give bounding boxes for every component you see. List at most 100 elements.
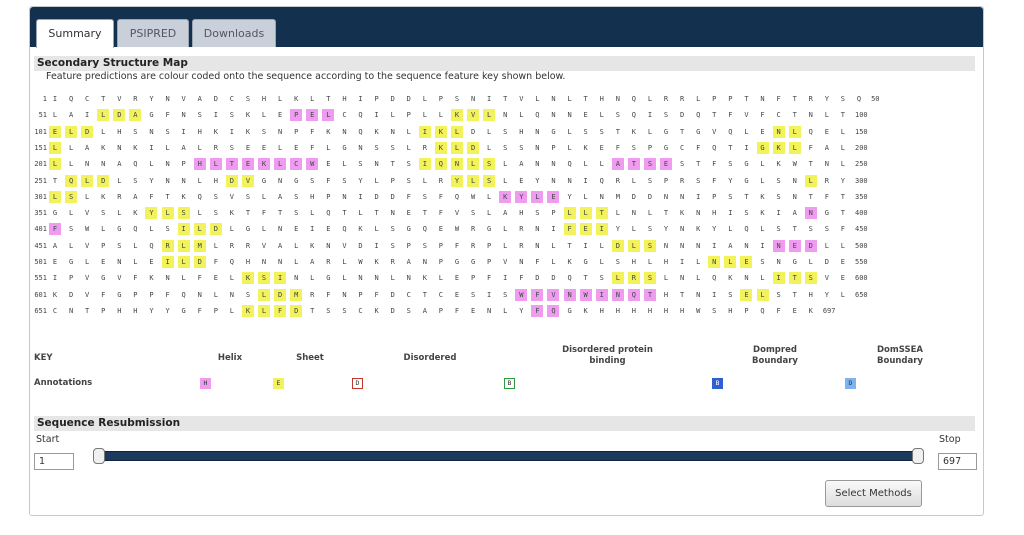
tab-summary[interactable]: Summary (36, 19, 114, 48)
tab-downloads[interactable]: Downloads (192, 19, 276, 47)
residue: L (342, 160, 347, 169)
residue: R (627, 272, 640, 285)
residue: K (808, 306, 813, 315)
residue: P (358, 290, 363, 299)
residue: G (756, 141, 769, 154)
residue: N (744, 241, 749, 250)
residue: Y (728, 176, 733, 185)
residue: V (454, 209, 460, 218)
residue: A (278, 192, 283, 201)
residue: K (422, 274, 427, 283)
residue: R (470, 241, 476, 250)
residue: T (310, 306, 315, 315)
residue: F (454, 306, 460, 315)
residue: Y (149, 306, 154, 315)
residue: P (181, 160, 186, 169)
residue: F (438, 192, 444, 201)
residue: K (310, 241, 315, 250)
residue: A (133, 192, 138, 201)
residue: F (712, 176, 717, 185)
residue: D (274, 288, 287, 301)
residue: S (229, 111, 234, 120)
residue: Q (567, 274, 572, 283)
residue: L (310, 274, 315, 283)
residue: S (503, 290, 508, 299)
residue: N (278, 258, 283, 266)
residue: I (374, 241, 379, 250)
residue: L (274, 158, 287, 171)
residue: E (294, 225, 299, 234)
residue: L (49, 141, 61, 154)
residue: P (470, 274, 476, 283)
row-end-number: 300 (855, 176, 868, 185)
residue: T (342, 209, 347, 218)
residue: F (326, 176, 331, 185)
residue: F (487, 274, 492, 283)
residue: Q (342, 225, 347, 234)
residue: L (101, 127, 106, 136)
residue: D (97, 174, 110, 187)
residue: L (808, 258, 813, 266)
stop-label: Stop (939, 434, 961, 445)
range-slider-track[interactable] (96, 451, 921, 461)
residue: E (454, 290, 460, 299)
select-methods-button[interactable]: Select Methods (825, 480, 922, 507)
residue: N (165, 274, 170, 283)
residue: L (193, 223, 206, 236)
residue: F (49, 223, 61, 236)
residue: N (808, 111, 813, 120)
residue: P (406, 241, 411, 250)
residue: P (551, 209, 556, 218)
residue: R (133, 95, 138, 103)
residue: F (696, 143, 701, 152)
residue: A (406, 258, 411, 266)
residue: S (840, 95, 846, 103)
residue: T (422, 290, 427, 299)
residue: L (390, 111, 395, 120)
row-end-number: 400 (855, 209, 868, 218)
residue: D (824, 258, 829, 266)
residue: D (804, 239, 817, 252)
residue: F (808, 143, 813, 152)
residue: L (503, 176, 508, 185)
residue: I (487, 95, 492, 103)
range-slider-start-handle[interactable] (93, 448, 105, 464)
residue: L (696, 274, 701, 283)
residue: N (631, 209, 636, 218)
residue: S (165, 127, 170, 136)
residue: S (358, 160, 363, 169)
residue: N (117, 258, 122, 266)
residue: F (213, 258, 218, 266)
residue: T (792, 290, 797, 299)
residue: Y (515, 190, 528, 203)
residue: L (647, 95, 653, 103)
residue: E (454, 274, 460, 283)
range-slider-end-handle[interactable] (912, 448, 924, 464)
residue: S (615, 111, 620, 120)
residue: R (161, 239, 174, 252)
residue: N (374, 160, 379, 169)
residue: L (261, 111, 267, 120)
residue: T (422, 209, 427, 218)
residue: D (680, 111, 685, 120)
tab-psipred[interactable]: PSIPRED (117, 19, 189, 47)
residue: K (245, 111, 251, 120)
residue: R (310, 290, 315, 299)
residue: N (197, 290, 202, 299)
residue: P (149, 290, 154, 299)
residue: L (68, 160, 74, 169)
residue: G (68, 258, 74, 266)
residue: N (278, 127, 283, 136)
residue: W (696, 306, 701, 315)
residue: Q (760, 306, 765, 315)
residue: L (261, 225, 267, 234)
residue: S (65, 190, 78, 203)
residue: C (52, 306, 58, 315)
residue: L (197, 143, 202, 152)
residue: L (133, 258, 138, 266)
residue: E (740, 288, 753, 301)
stop-input[interactable] (938, 453, 977, 470)
start-input[interactable] (34, 453, 74, 470)
residue: C (776, 111, 781, 120)
residue: T (278, 209, 283, 218)
